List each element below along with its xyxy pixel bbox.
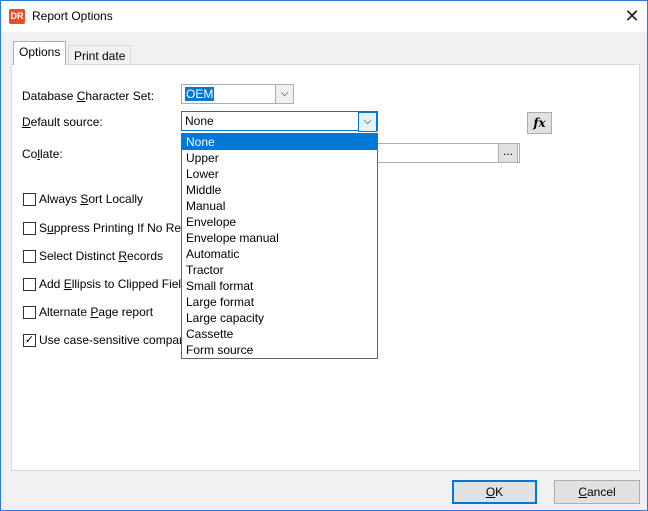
checkbox[interactable] <box>23 306 36 319</box>
dropdown-option[interactable]: Tractor <box>182 262 377 278</box>
window-title: Report Options <box>32 9 113 23</box>
checkbox-label: Select Distinct Records <box>39 249 164 263</box>
dialog-footer: OK Cancel <box>1 476 647 510</box>
checkbox[interactable] <box>23 193 36 206</box>
chevron-down-icon[interactable]: ⌵ <box>358 112 377 132</box>
default-source-select[interactable]: None ⌵ <box>181 111 378 132</box>
dropdown-option[interactable]: Large format <box>182 294 377 310</box>
checkbox-label: Add Ellipsis to Clipped Field <box>39 277 188 291</box>
default-source-value: None <box>185 114 214 128</box>
default-source-dropdown-list[interactable]: None Upper Lower Middle Manual Envelope … <box>181 133 378 359</box>
dropdown-option[interactable]: Automatic <box>182 246 377 262</box>
collate-browse-button[interactable]: ... <box>498 143 518 163</box>
checkbox-label: Always Sort Locally <box>39 192 144 206</box>
charset-select[interactable]: OEM ⌵ <box>181 84 294 104</box>
default-source-label: Default source: <box>22 115 103 129</box>
dropdown-option[interactable]: Small format <box>182 278 377 294</box>
dropdown-option[interactable]: Manual <box>182 198 377 214</box>
dropdown-option[interactable]: Upper <box>182 150 377 166</box>
cancel-button[interactable]: Cancel <box>554 480 640 504</box>
dropdown-option[interactable]: Envelope <box>182 214 377 230</box>
dropdown-option[interactable]: Middle <box>182 182 377 198</box>
tab-print-date[interactable]: Print date <box>68 45 132 66</box>
checkbox-label: Alternate Page report <box>39 305 154 319</box>
dropdown-option[interactable]: Form source <box>182 342 377 358</box>
tab-options[interactable]: Options <box>13 41 67 65</box>
checkbox[interactable] <box>23 278 36 291</box>
collate-label: Collate: <box>22 147 63 161</box>
chevron-down-icon[interactable]: ⌵ <box>275 85 293 103</box>
checkbox[interactable] <box>23 222 36 235</box>
checkbox[interactable] <box>23 250 36 263</box>
dropdown-option[interactable]: Lower <box>182 166 377 182</box>
dropdown-option[interactable]: Envelope manual <box>182 230 377 246</box>
close-icon[interactable]: ✕ <box>619 3 645 29</box>
formula-button[interactable]: fx <box>527 112 552 134</box>
dropdown-option[interactable]: None <box>182 134 377 150</box>
checkbox-checked[interactable]: ✓ <box>23 334 36 347</box>
charset-value: OEM <box>185 87 215 101</box>
checkbox-label: Use case-sensitive compari <box>39 333 186 347</box>
dropdown-option[interactable]: Cassette <box>182 326 377 342</box>
dropdown-option[interactable]: Large capacity <box>182 310 377 326</box>
report-options-window: DR Report Options ✕ Options Print date D… <box>0 0 648 511</box>
charset-label: Database Character Set: <box>22 89 155 103</box>
title-bar: DR Report Options ✕ <box>1 1 647 32</box>
app-icon: DR <box>9 9 25 24</box>
checkbox-label: Suppress Printing If No Rec <box>39 221 188 235</box>
ok-button[interactable]: OK <box>452 480 537 504</box>
